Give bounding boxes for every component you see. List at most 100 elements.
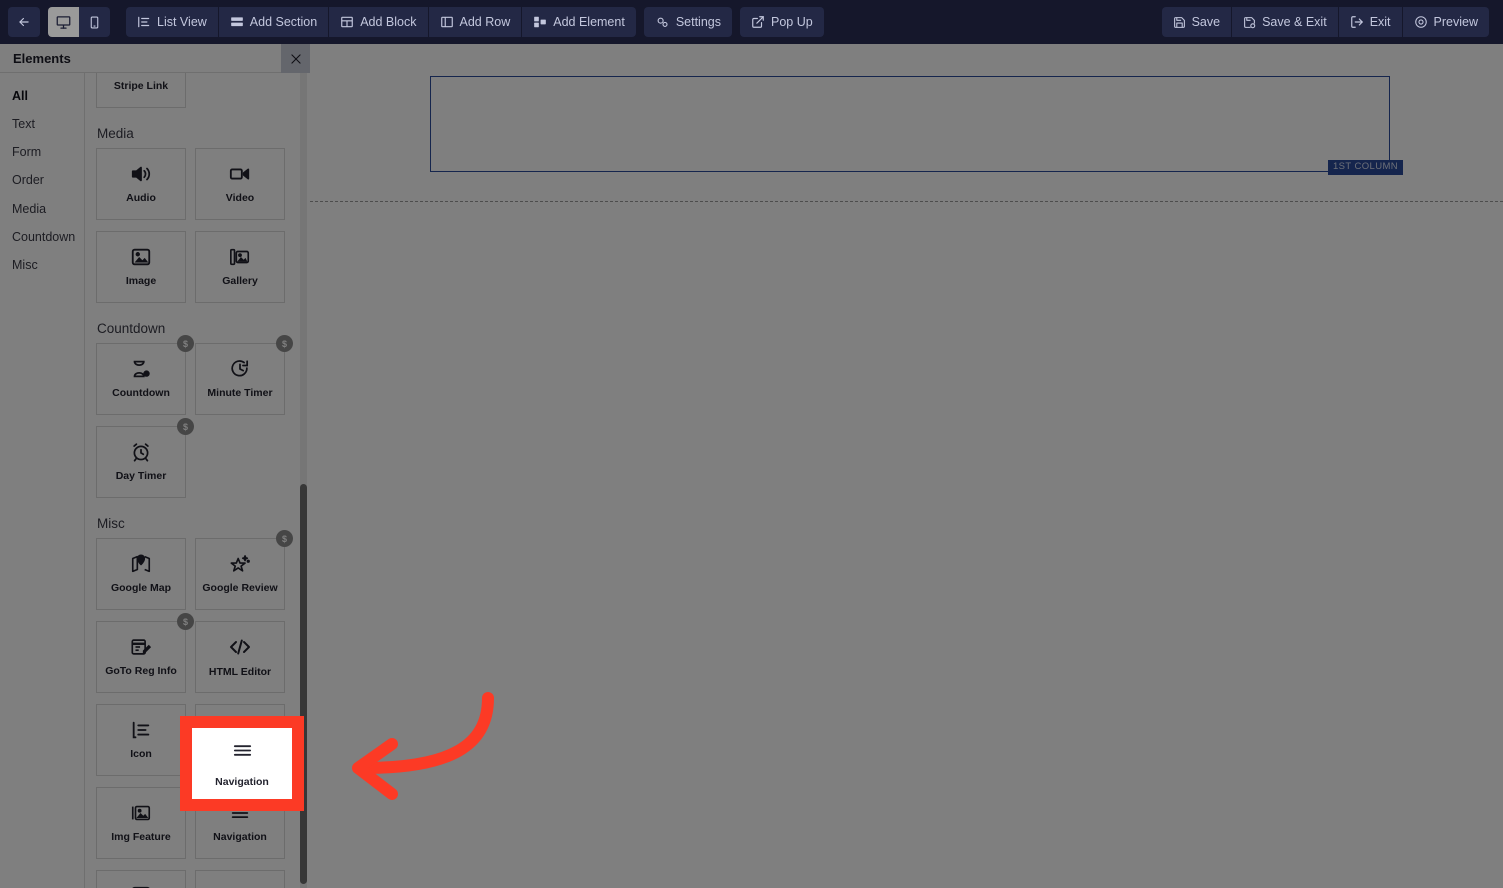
list-view-icon — [137, 15, 151, 29]
add-section-icon — [230, 15, 244, 29]
hourglass-icon — [130, 358, 152, 380]
save-button[interactable]: Save — [1161, 7, 1232, 37]
group-title-countdown: Countdown — [97, 321, 166, 336]
element-tile-social-link[interactable]: Social Link — [96, 870, 186, 888]
element-tile-stripe-link[interactable]: Stripe Link — [96, 73, 186, 108]
close-panel-button[interactable] — [281, 44, 310, 73]
panel-scrollbar-thumb[interactable] — [300, 484, 307, 884]
element-tile-gallery[interactable]: Gallery — [195, 231, 285, 303]
elements-panel-header: Elements — [0, 44, 310, 73]
sidebar-item-text[interactable]: Text — [0, 110, 84, 138]
element-tile-label: Audio — [126, 192, 156, 205]
premium-badge: $ — [177, 418, 194, 435]
toolbar-right-buttons: Save Save & Exit Exit Preview — [1161, 7, 1489, 37]
add-block-button[interactable]: Add Block — [329, 7, 428, 37]
alarm-clock-icon — [130, 441, 152, 463]
popup-icon — [751, 15, 765, 29]
element-tile-label: HTML Editor — [208, 666, 272, 679]
sidebar-item-countdown[interactable]: Countdown — [0, 223, 84, 251]
add-block-label: Add Block — [360, 15, 417, 29]
element-tile-google-review[interactable]: $ Google Review — [195, 530, 293, 610]
canvas-section[interactable]: 1ST COLUMN — [310, 44, 1503, 202]
sidebar-item-media[interactable]: Media — [0, 195, 84, 223]
element-tile-image[interactable]: Image — [96, 231, 186, 303]
add-element-icon — [533, 15, 547, 29]
annotation-highlight-label: Navigation — [215, 776, 269, 788]
app-root: List View Add Section Add Block Add Row … — [0, 0, 1503, 888]
element-grid-media: Audio Video Image Gallery — [96, 148, 296, 303]
sidebar-item-all[interactable]: All — [0, 82, 84, 110]
arrow-left-icon — [17, 15, 31, 29]
element-tile-google-map[interactable]: Google Map — [96, 538, 186, 610]
add-block-icon — [340, 15, 354, 29]
device-mobile-button[interactable] — [79, 7, 110, 37]
calendar-edit-icon — [130, 636, 152, 658]
premium-badge: $ — [276, 530, 293, 547]
audio-icon — [130, 163, 152, 185]
add-row-label: Add Row — [459, 15, 511, 29]
save-and-exit-button[interactable]: Save & Exit — [1232, 7, 1338, 37]
selected-column-outline[interactable] — [430, 76, 1390, 172]
element-tile-label: Navigation — [213, 831, 267, 844]
toolbar-popup-group: Pop Up — [739, 7, 824, 37]
gear-icon — [655, 15, 670, 30]
mobile-icon — [88, 16, 101, 29]
element-tile-html-editor[interactable]: HTML Editor — [195, 621, 285, 693]
device-desktop-button[interactable] — [48, 7, 79, 37]
element-grid-payment: Stripe Link — [96, 73, 296, 108]
settings-label: Settings — [675, 15, 721, 29]
element-tile-label: Day Timer — [115, 470, 167, 483]
page-title: Elements — [13, 50, 71, 66]
sidebar-item-order[interactable]: Order — [0, 166, 84, 194]
list-view-button[interactable]: List View — [126, 7, 218, 37]
element-tile-countdown[interactable]: $ Countdown — [96, 335, 194, 415]
device-switcher — [48, 7, 110, 37]
code-icon — [228, 635, 252, 659]
element-tile-label: GoTo Reg Info — [105, 665, 177, 678]
element-tile-video[interactable]: Video — [195, 148, 285, 220]
popup-button[interactable]: Pop Up — [739, 7, 824, 37]
preview-icon — [1414, 15, 1428, 29]
element-tile-label: Img Feature — [111, 831, 171, 844]
add-row-icon — [440, 15, 454, 29]
add-section-label: Add Section — [249, 15, 318, 29]
element-tile-label: Icon — [130, 748, 152, 761]
video-icon — [229, 163, 251, 185]
section-divider — [310, 201, 1503, 202]
exit-label: Exit — [1369, 15, 1391, 29]
element-tile-label: Google Map — [110, 582, 172, 595]
element-tile-day-timer[interactable]: $ Day Timer — [96, 418, 194, 498]
annotation-highlight-navigation[interactable]: Navigation — [180, 716, 304, 811]
save-and-exit-label: Save & Exit — [1262, 15, 1327, 29]
stopwatch-icon — [229, 358, 251, 380]
gallery-icon — [229, 246, 251, 268]
element-tile-social-sharing[interactable]: Social Sharing — [195, 870, 285, 888]
exit-button[interactable]: Exit — [1338, 7, 1402, 37]
element-tile-label: Google Review — [202, 582, 278, 595]
exit-icon — [1350, 15, 1364, 29]
preview-button[interactable]: Preview — [1402, 7, 1489, 37]
element-grid-misc: Google Map $ Google Review $ GoTo Reg In… — [96, 530, 296, 888]
element-tile-img-feature[interactable]: Img Feature — [96, 787, 186, 859]
save-exit-icon — [1243, 16, 1256, 29]
element-tile-audio[interactable]: Audio — [96, 148, 186, 220]
sidebar-item-misc[interactable]: Misc — [0, 251, 84, 279]
element-tile-icon[interactable]: Icon — [96, 704, 186, 776]
sidebar-item-form[interactable]: Form — [0, 138, 84, 166]
annotation-arrow — [338, 684, 498, 804]
add-row-button[interactable]: Add Row — [428, 7, 522, 37]
element-tile-goto-reg-info[interactable]: $ GoTo Reg Info — [96, 613, 194, 693]
column-badge: 1ST COLUMN — [1328, 160, 1404, 175]
back-button[interactable] — [8, 7, 40, 37]
top-toolbar: List View Add Section Add Block Add Row … — [0, 0, 1503, 44]
image-feature-icon — [130, 802, 152, 824]
image-icon — [130, 246, 152, 268]
toolbar-settings-group: Settings — [643, 7, 732, 37]
settings-button[interactable]: Settings — [643, 7, 732, 37]
add-element-button[interactable]: Add Element — [522, 7, 636, 37]
element-tile-label: Minute Timer — [207, 387, 273, 400]
add-section-button[interactable]: Add Section — [218, 7, 329, 37]
premium-badge: $ — [177, 335, 194, 352]
element-tile-minute-timer[interactable]: $ Minute Timer — [195, 335, 293, 415]
group-title-media: Media — [97, 126, 134, 141]
